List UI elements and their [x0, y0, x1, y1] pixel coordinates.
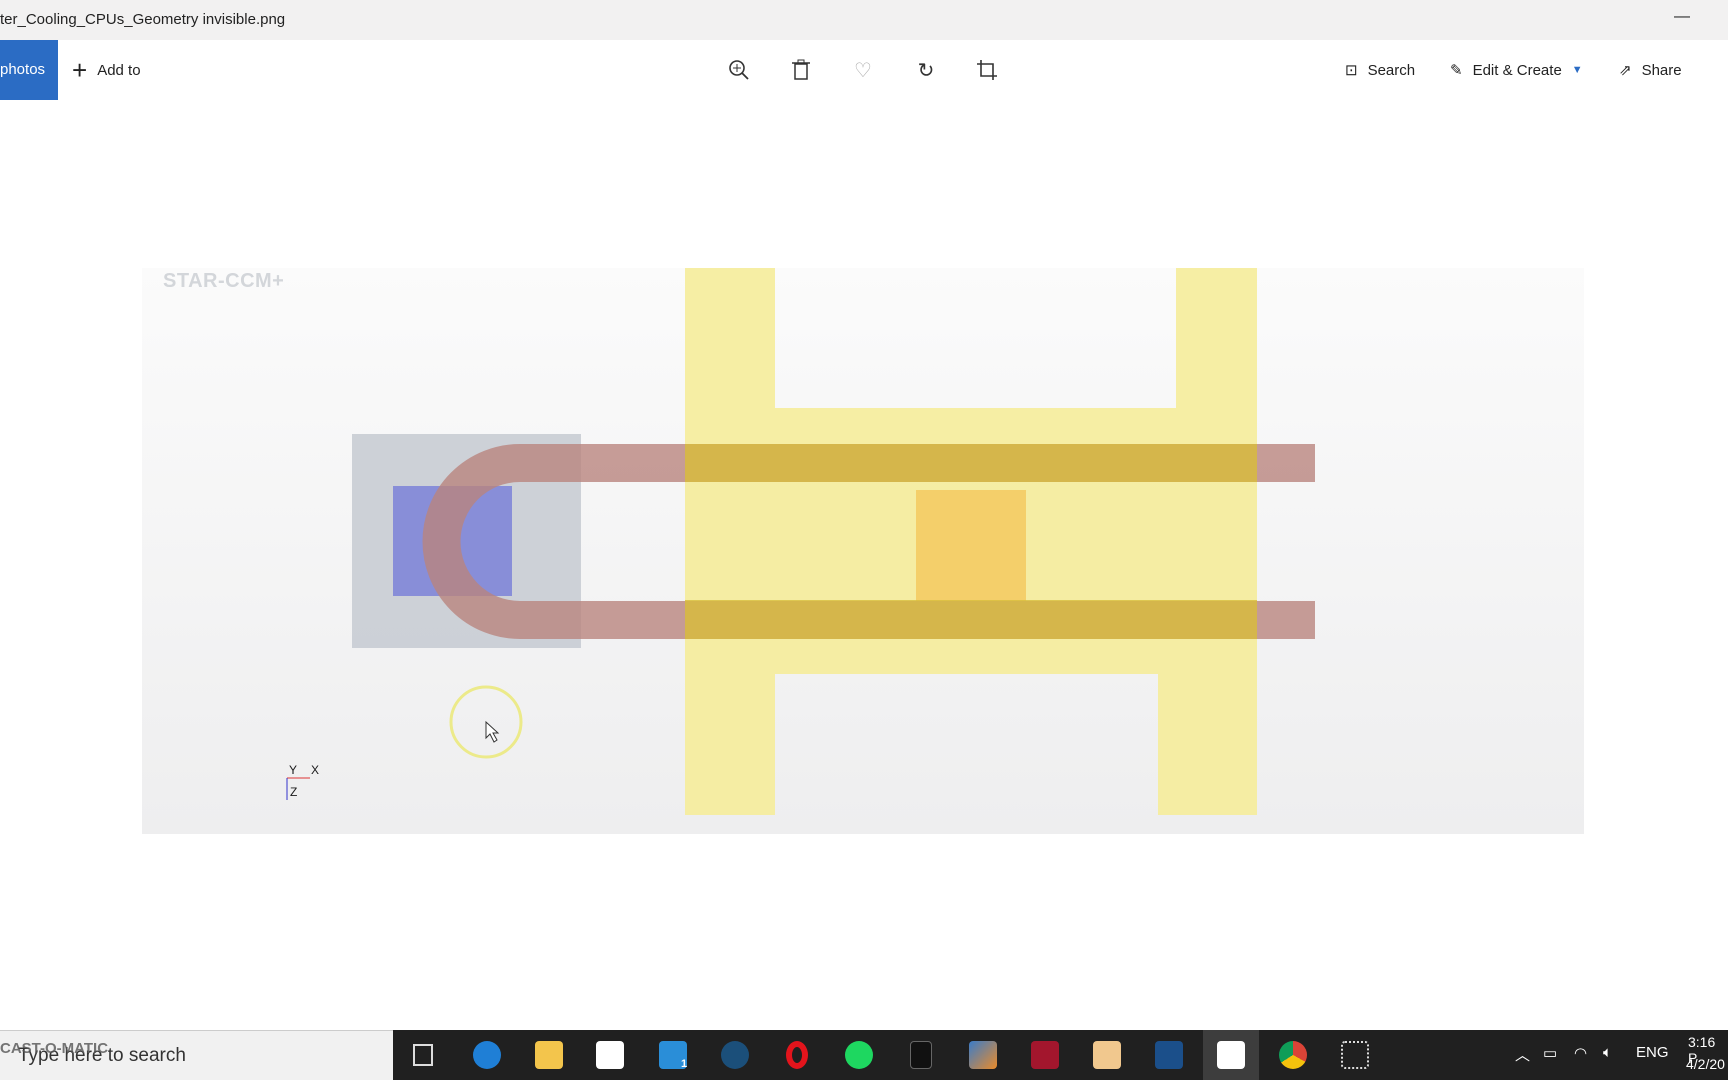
- mouse-cursor-icon: [485, 720, 500, 743]
- taskbar-mail[interactable]: 1: [645, 1030, 701, 1080]
- taskbar-chrome[interactable]: [1265, 1030, 1321, 1080]
- cpu-right: [916, 490, 1026, 601]
- taskbar-steam[interactable]: [707, 1030, 763, 1080]
- taskbar-autocad-2019[interactable]: [1141, 1030, 1197, 1080]
- taskbar-mendeley[interactable]: [1017, 1030, 1073, 1080]
- show-hidden-icons-chevron-icon[interactable]: ︿: [1515, 1044, 1530, 1065]
- geometry-render: [286, 268, 1315, 815]
- mail-badge: 1: [681, 1058, 688, 1070]
- clock-date[interactable]: 4/2/20: [1686, 1056, 1725, 1072]
- taskbar-store[interactable]: [582, 1030, 638, 1080]
- taskbar-inventor[interactable]: [1079, 1030, 1135, 1080]
- castomatic-watermark: CAST-O-MATIC: [0, 1040, 109, 1057]
- taskbar-spotify[interactable]: [831, 1030, 887, 1080]
- taskbar-task-view[interactable]: [395, 1030, 451, 1080]
- axis-y-label: Y: [289, 763, 298, 777]
- taskbar-photos[interactable]: [1203, 1030, 1259, 1080]
- wifi-icon[interactable]: ◠: [1574, 1044, 1587, 1062]
- taskbar-epic-games[interactable]: [893, 1030, 949, 1080]
- axis-x-label: X: [311, 763, 320, 777]
- taskbar-edge[interactable]: [459, 1030, 515, 1080]
- language-indicator[interactable]: ENG: [1636, 1044, 1669, 1061]
- taskbar-file-explorer[interactable]: [521, 1030, 577, 1080]
- taskbar-opera[interactable]: [769, 1030, 825, 1080]
- volume-icon[interactable]: 🔈︎: [1603, 1044, 1612, 1061]
- taskbar-snipping-tool[interactable]: [1327, 1030, 1383, 1080]
- axis-z-label: Z: [290, 785, 298, 799]
- battery-icon[interactable]: ▭: [1543, 1044, 1557, 1062]
- taskbar-matlab[interactable]: [955, 1030, 1011, 1080]
